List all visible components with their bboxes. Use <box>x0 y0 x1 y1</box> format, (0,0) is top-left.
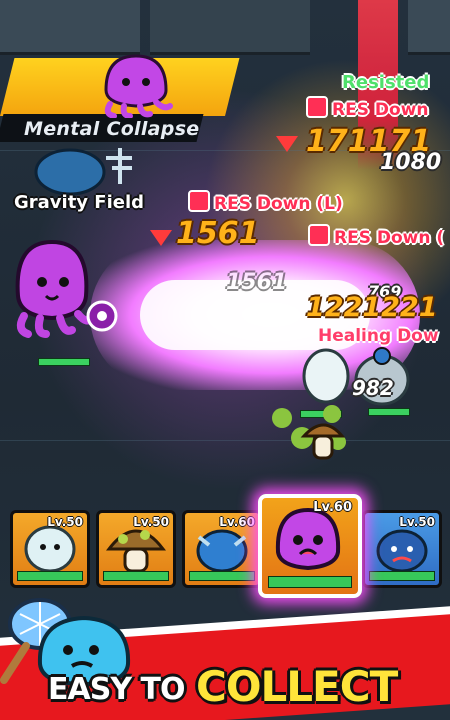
hero-card[interactable]: Lv.50 <box>10 510 90 588</box>
down-arrow-icon <box>276 136 298 152</box>
hero-card[interactable]: Lv.60 <box>182 510 262 588</box>
hero-level: Lv.50 <box>47 515 83 529</box>
hero-hp-bar <box>103 571 169 581</box>
res-down-text: RES Down ( <box>334 228 445 248</box>
hero-level: Lv.50 <box>399 515 435 529</box>
hero-card[interactable]: Lv.50 <box>96 510 176 588</box>
hero-level: Lv.60 <box>313 500 352 515</box>
hero-card-bar: Lv.50 Lv.50 Lv.60 Lv.50 <box>0 500 450 600</box>
floor-panel-right <box>408 0 450 55</box>
hero-hp-bar <box>369 571 435 581</box>
hero-level: Lv.60 <box>219 515 255 529</box>
res-down-debuff: RES Down ( <box>308 224 444 248</box>
squid-hero-icon <box>275 507 341 571</box>
hero-card[interactable]: Lv.50 <box>362 510 442 588</box>
floor-panel-mid <box>150 0 310 55</box>
down-arrow-icon <box>150 230 172 246</box>
skill-name-label: Mental Collapse <box>24 118 200 140</box>
res-down-text: RES Down <box>332 100 429 120</box>
damage-number-faded: 1561 <box>226 270 288 295</box>
beam-origin-icon <box>86 300 118 332</box>
mushroom-hero-icon <box>272 405 346 460</box>
debuff-icon <box>306 96 328 118</box>
hero-card-selected[interactable]: Lv.60 <box>258 494 362 598</box>
unit-hp-bar <box>368 408 410 416</box>
hero-hp-bar <box>268 576 352 588</box>
blue-monster-icon <box>34 148 132 196</box>
res-down-l-text: RES Down (L) <box>214 194 343 214</box>
damage-number: 1221221 <box>306 292 438 323</box>
gravity-field-label: Gravity Field <box>14 192 145 213</box>
hero-level: Lv.50 <box>133 515 169 529</box>
damage-number: 1561 <box>176 216 260 251</box>
debuff-icon <box>188 190 210 212</box>
tagline-easy-to: EASY TO <box>48 672 185 707</box>
res-down-debuff: RES Down <box>306 96 428 120</box>
hero-hp-bar <box>17 571 83 581</box>
damage-number-small: 1080 <box>380 150 442 175</box>
floor-panel-left <box>0 0 140 55</box>
skill-banner: Mental Collapse <box>0 54 240 142</box>
tagline-collect: COLLECT <box>196 662 398 711</box>
unit-hp-bar <box>38 358 90 366</box>
blue-beast-hero-icon <box>376 529 428 573</box>
resisted-text: Resisted <box>342 72 430 93</box>
debuff-icon <box>308 224 330 246</box>
damage-number-small: 982 <box>352 376 394 400</box>
battle-scene: Mental Collapse Gravity Field Resisted R… <box>0 0 450 720</box>
res-down-l-debuff: RES Down (L) <box>188 190 343 214</box>
blue-dragon-hero-icon <box>196 529 248 573</box>
hero-hp-bar <box>189 571 255 581</box>
floor-line <box>0 440 450 441</box>
squid-hero-icon <box>104 54 173 118</box>
